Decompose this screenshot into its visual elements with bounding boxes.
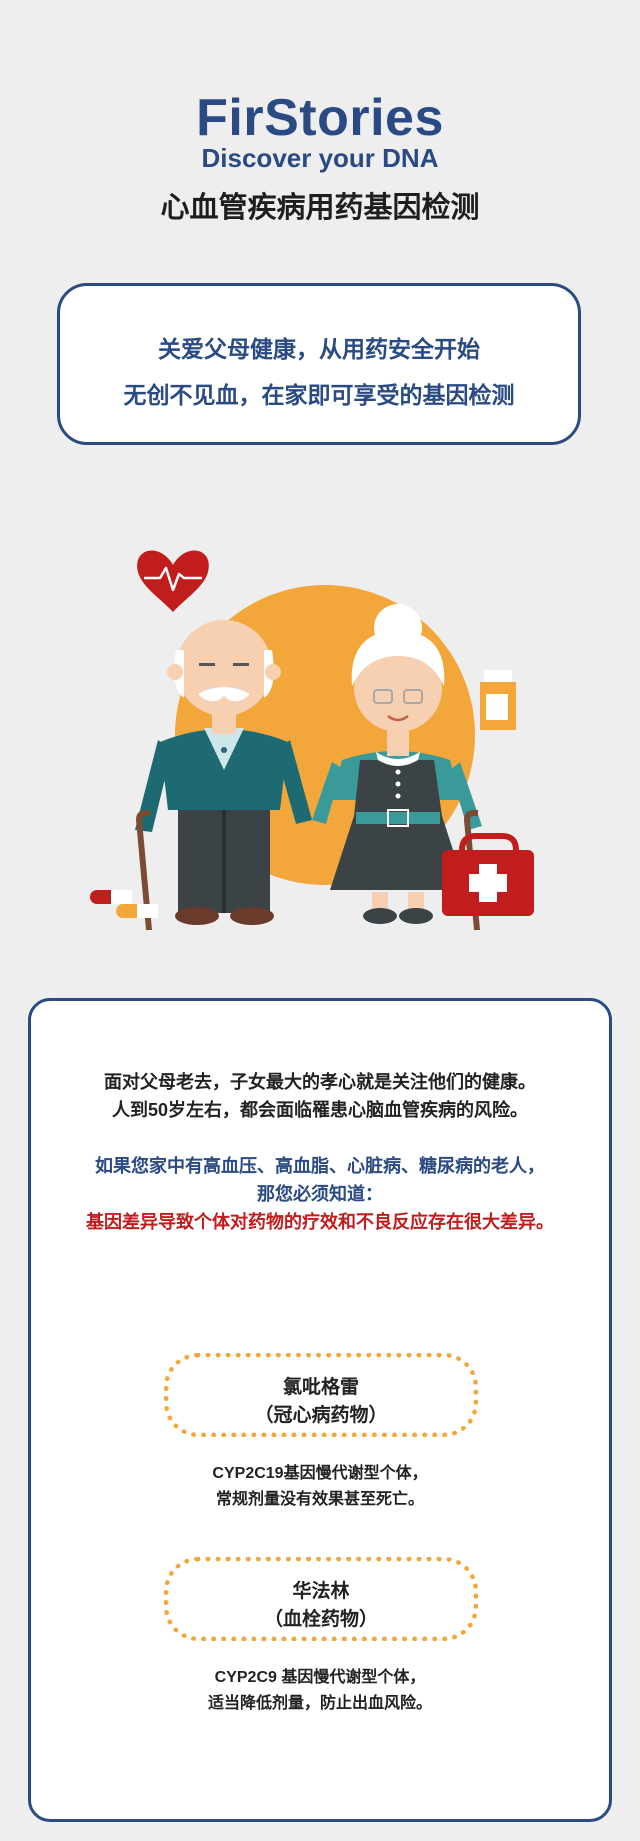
slogan-box: 关爱父母健康，从用药安全开始 无创不见血，在家即可享受的基因检测 — [57, 283, 581, 445]
drug-note-line-1: CYP2C19基因慢代谢型个体， — [212, 1465, 428, 1482]
drug-name: 氯吡格雷 — [282, 1377, 359, 1398]
first-aid-kit-icon — [442, 833, 534, 916]
pill-bottle-icon — [480, 670, 516, 730]
drug-category: （血栓药物） — [263, 1609, 378, 1630]
slogan-line-1: 关爱父母健康，从用药安全开始 — [158, 336, 480, 362]
info-card: 面对父母老去，子女最大的孝心就是关注他们的健康。 人到50岁左右，都会面临罹患心… — [28, 998, 612, 1822]
warning-line: 基因差异导致个体对药物的疗效和不良反应存在很大差异。 — [86, 1212, 554, 1232]
highlight-line-2: 那您必须知道： — [257, 1184, 383, 1204]
slogan-line-2: 无创不见血，在家即可享受的基因检测 — [123, 382, 515, 408]
page-title: 心血管疾病用药基因检测 — [160, 192, 480, 224]
drug-category: （冠心病药物） — [254, 1405, 388, 1426]
drug-box-clopidogrel: 氯吡格雷 （冠心病药物） — [164, 1353, 478, 1437]
elderly-couple-illustration — [90, 550, 534, 930]
highlight-line-1: 如果您家中有高血压、高血脂、心脏病、糖尿病的老人， — [95, 1156, 545, 1176]
drug-note-line-2: 适当降低剂量，防止出血风险。 — [207, 1695, 432, 1712]
heart-icon — [137, 550, 209, 612]
brand-tagline: Discover your DNA — [201, 143, 439, 173]
drug-note-line-2: 常规剂量没有效果甚至死亡。 — [215, 1491, 424, 1508]
brand-logo-name: FirStories — [196, 89, 444, 147]
drug-name: 华法林 — [292, 1581, 350, 1602]
intro-line-1: 面对父母老去，子女最大的孝心就是关注他们的健康。 — [104, 1072, 536, 1092]
drug-box-warfarin: 华法林 （血栓药物） — [164, 1557, 478, 1641]
intro-line-2: 人到50岁左右，都会面临罹患心脑血管疾病的风险。 — [111, 1100, 529, 1120]
drug-note-line-1: CYP2C9 基因慢代谢型个体， — [214, 1669, 426, 1686]
